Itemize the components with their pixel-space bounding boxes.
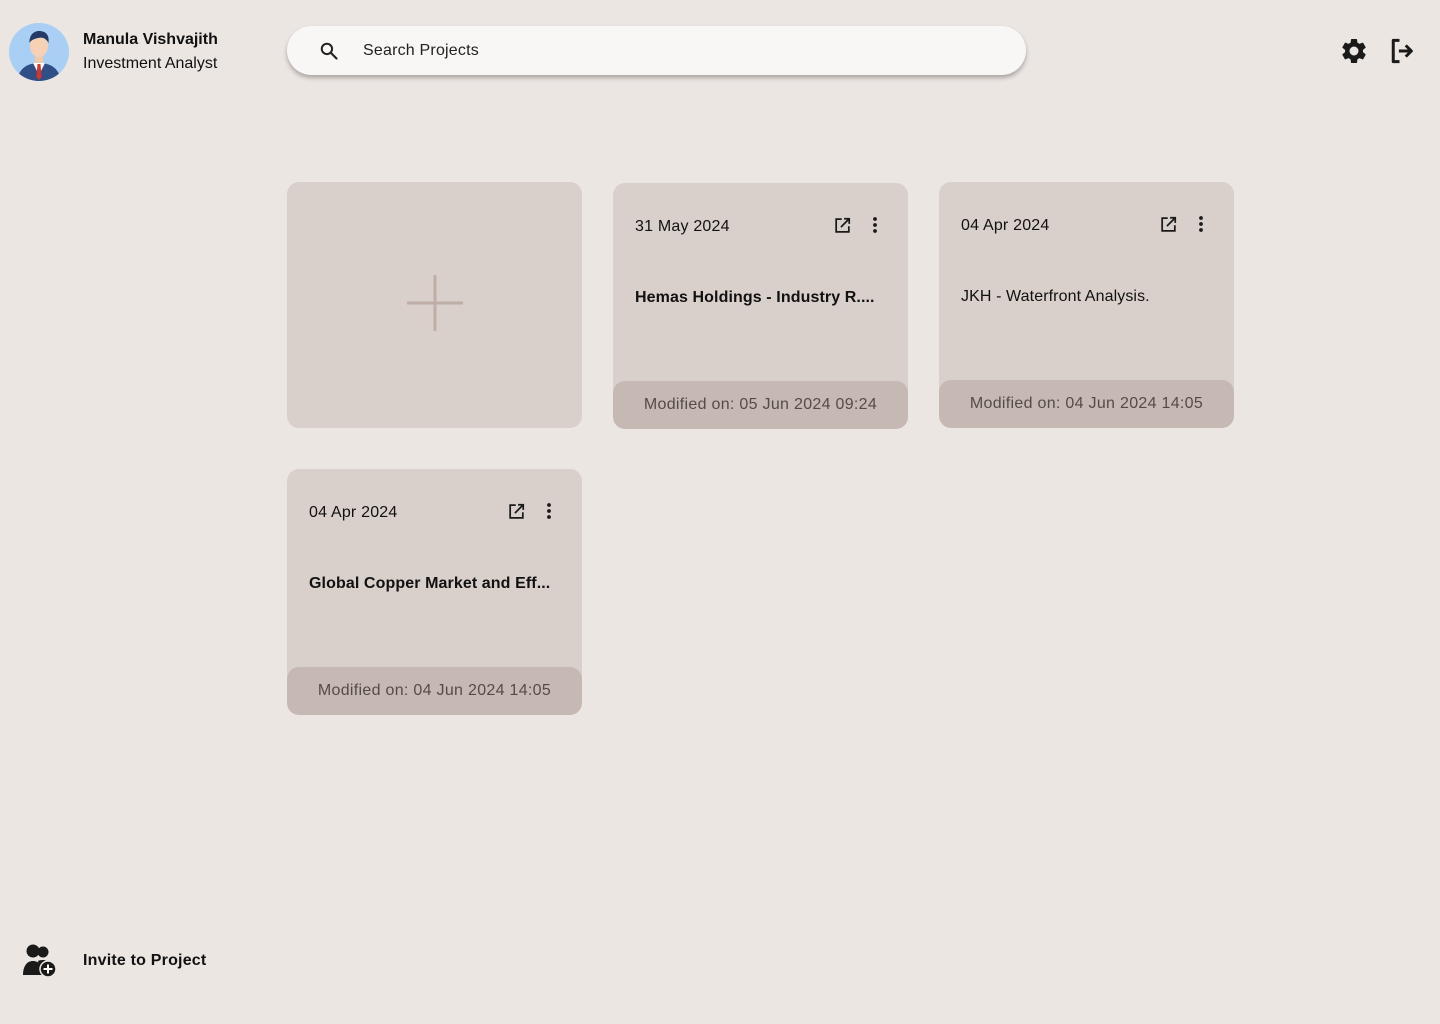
- user-name: Manula Vishvajith: [83, 31, 218, 48]
- project-modified: Modified on: 05 Jun 2024 09:24: [613, 381, 908, 429]
- open-external-icon[interactable]: [1157, 213, 1179, 235]
- gear-icon[interactable]: [1338, 35, 1370, 67]
- project-date: 04 Apr 2024: [309, 504, 398, 521]
- avatar-image: [10, 23, 68, 81]
- logout-icon[interactable]: [1386, 35, 1418, 67]
- new-project-card[interactable]: [287, 182, 582, 428]
- project-modified: Modified on: 04 Jun 2024 14:05: [287, 667, 582, 715]
- project-card[interactable]: 04 Apr 2024: [939, 182, 1234, 428]
- search-bar[interactable]: [287, 26, 1026, 75]
- project-card[interactable]: 04 Apr 2024: [287, 469, 582, 715]
- add-user-icon: [22, 943, 58, 979]
- avatar[interactable]: [9, 23, 69, 81]
- project-dashboard: Manula Vishvajith Investment Analyst Sea…: [0, 0, 1440, 1024]
- search-icon[interactable]: [318, 40, 340, 62]
- project-title: Hemas Holdings - Industry R....: [635, 289, 875, 306]
- project-date: 04 Apr 2024: [961, 217, 1050, 234]
- plus-icon: [405, 273, 465, 338]
- project-modified: Modified on: 04 Jun 2024 14:05: [939, 380, 1234, 428]
- project-card[interactable]: 31 May 2024 Hemas Holdings - Industry R.…: [613, 183, 908, 429]
- more-options-icon[interactable]: [1190, 213, 1212, 235]
- search-input[interactable]: [361, 40, 961, 61]
- more-options-icon[interactable]: [538, 500, 560, 522]
- open-external-icon[interactable]: [505, 500, 527, 522]
- user-profile[interactable]: Manula Vishvajith Investment Analyst: [9, 23, 218, 81]
- project-title: JKH - Waterfront Analysis.: [961, 288, 1150, 305]
- project-date: 31 May 2024: [635, 218, 730, 235]
- invite-to-project-button[interactable]: Invite to Project: [22, 943, 206, 979]
- project-title: Global Copper Market and Eff...: [309, 575, 551, 592]
- invite-label: Invite to Project: [83, 952, 207, 969]
- open-external-icon[interactable]: [831, 214, 853, 236]
- more-options-icon[interactable]: [864, 214, 886, 236]
- user-role: Investment Analyst: [83, 55, 218, 72]
- header-actions: [1338, 35, 1418, 67]
